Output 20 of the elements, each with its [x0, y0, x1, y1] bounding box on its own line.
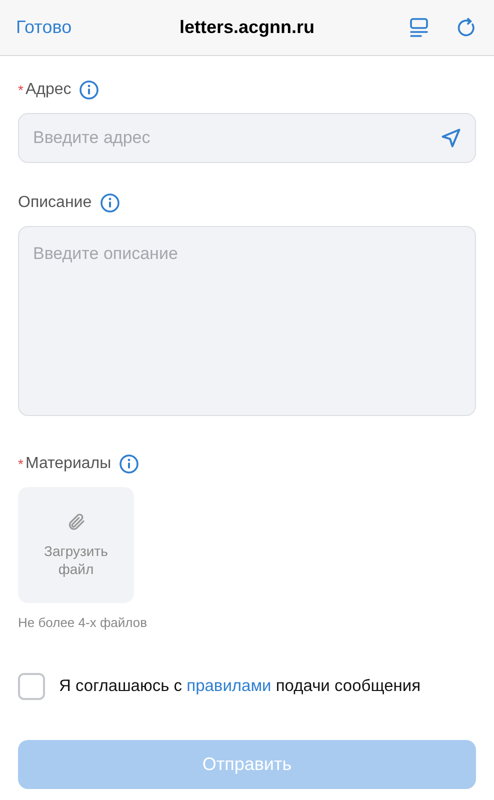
location-arrow-icon[interactable] — [440, 127, 462, 149]
description-field[interactable]: Введите описание — [18, 226, 476, 416]
field-label: Материалы — [25, 454, 112, 474]
upload-hint: Не более 4-х файлов — [18, 614, 148, 632]
done-button[interactable]: Готово — [16, 14, 126, 41]
paperclip-icon — [66, 512, 86, 532]
required-mark: * — [18, 80, 24, 100]
rules-link[interactable]: правилами — [186, 676, 272, 695]
upload-file-button[interactable]: Загрузить файл — [18, 487, 134, 603]
agreement-text: Я соглашаюсь с правилами подачи сообщения — [59, 676, 421, 697]
page-title: letters.acgnn.ru — [178, 16, 316, 39]
reader-icon[interactable] — [408, 16, 430, 38]
field-label: Адрес — [25, 80, 72, 100]
agree-checkbox[interactable] — [18, 672, 45, 700]
info-icon[interactable] — [119, 454, 140, 474]
info-icon[interactable] — [79, 80, 100, 100]
field-label: Описание — [18, 193, 92, 213]
address-field[interactable]: Введите адрес — [18, 113, 476, 163]
required-mark: * — [18, 454, 24, 474]
info-icon[interactable] — [100, 193, 120, 213]
